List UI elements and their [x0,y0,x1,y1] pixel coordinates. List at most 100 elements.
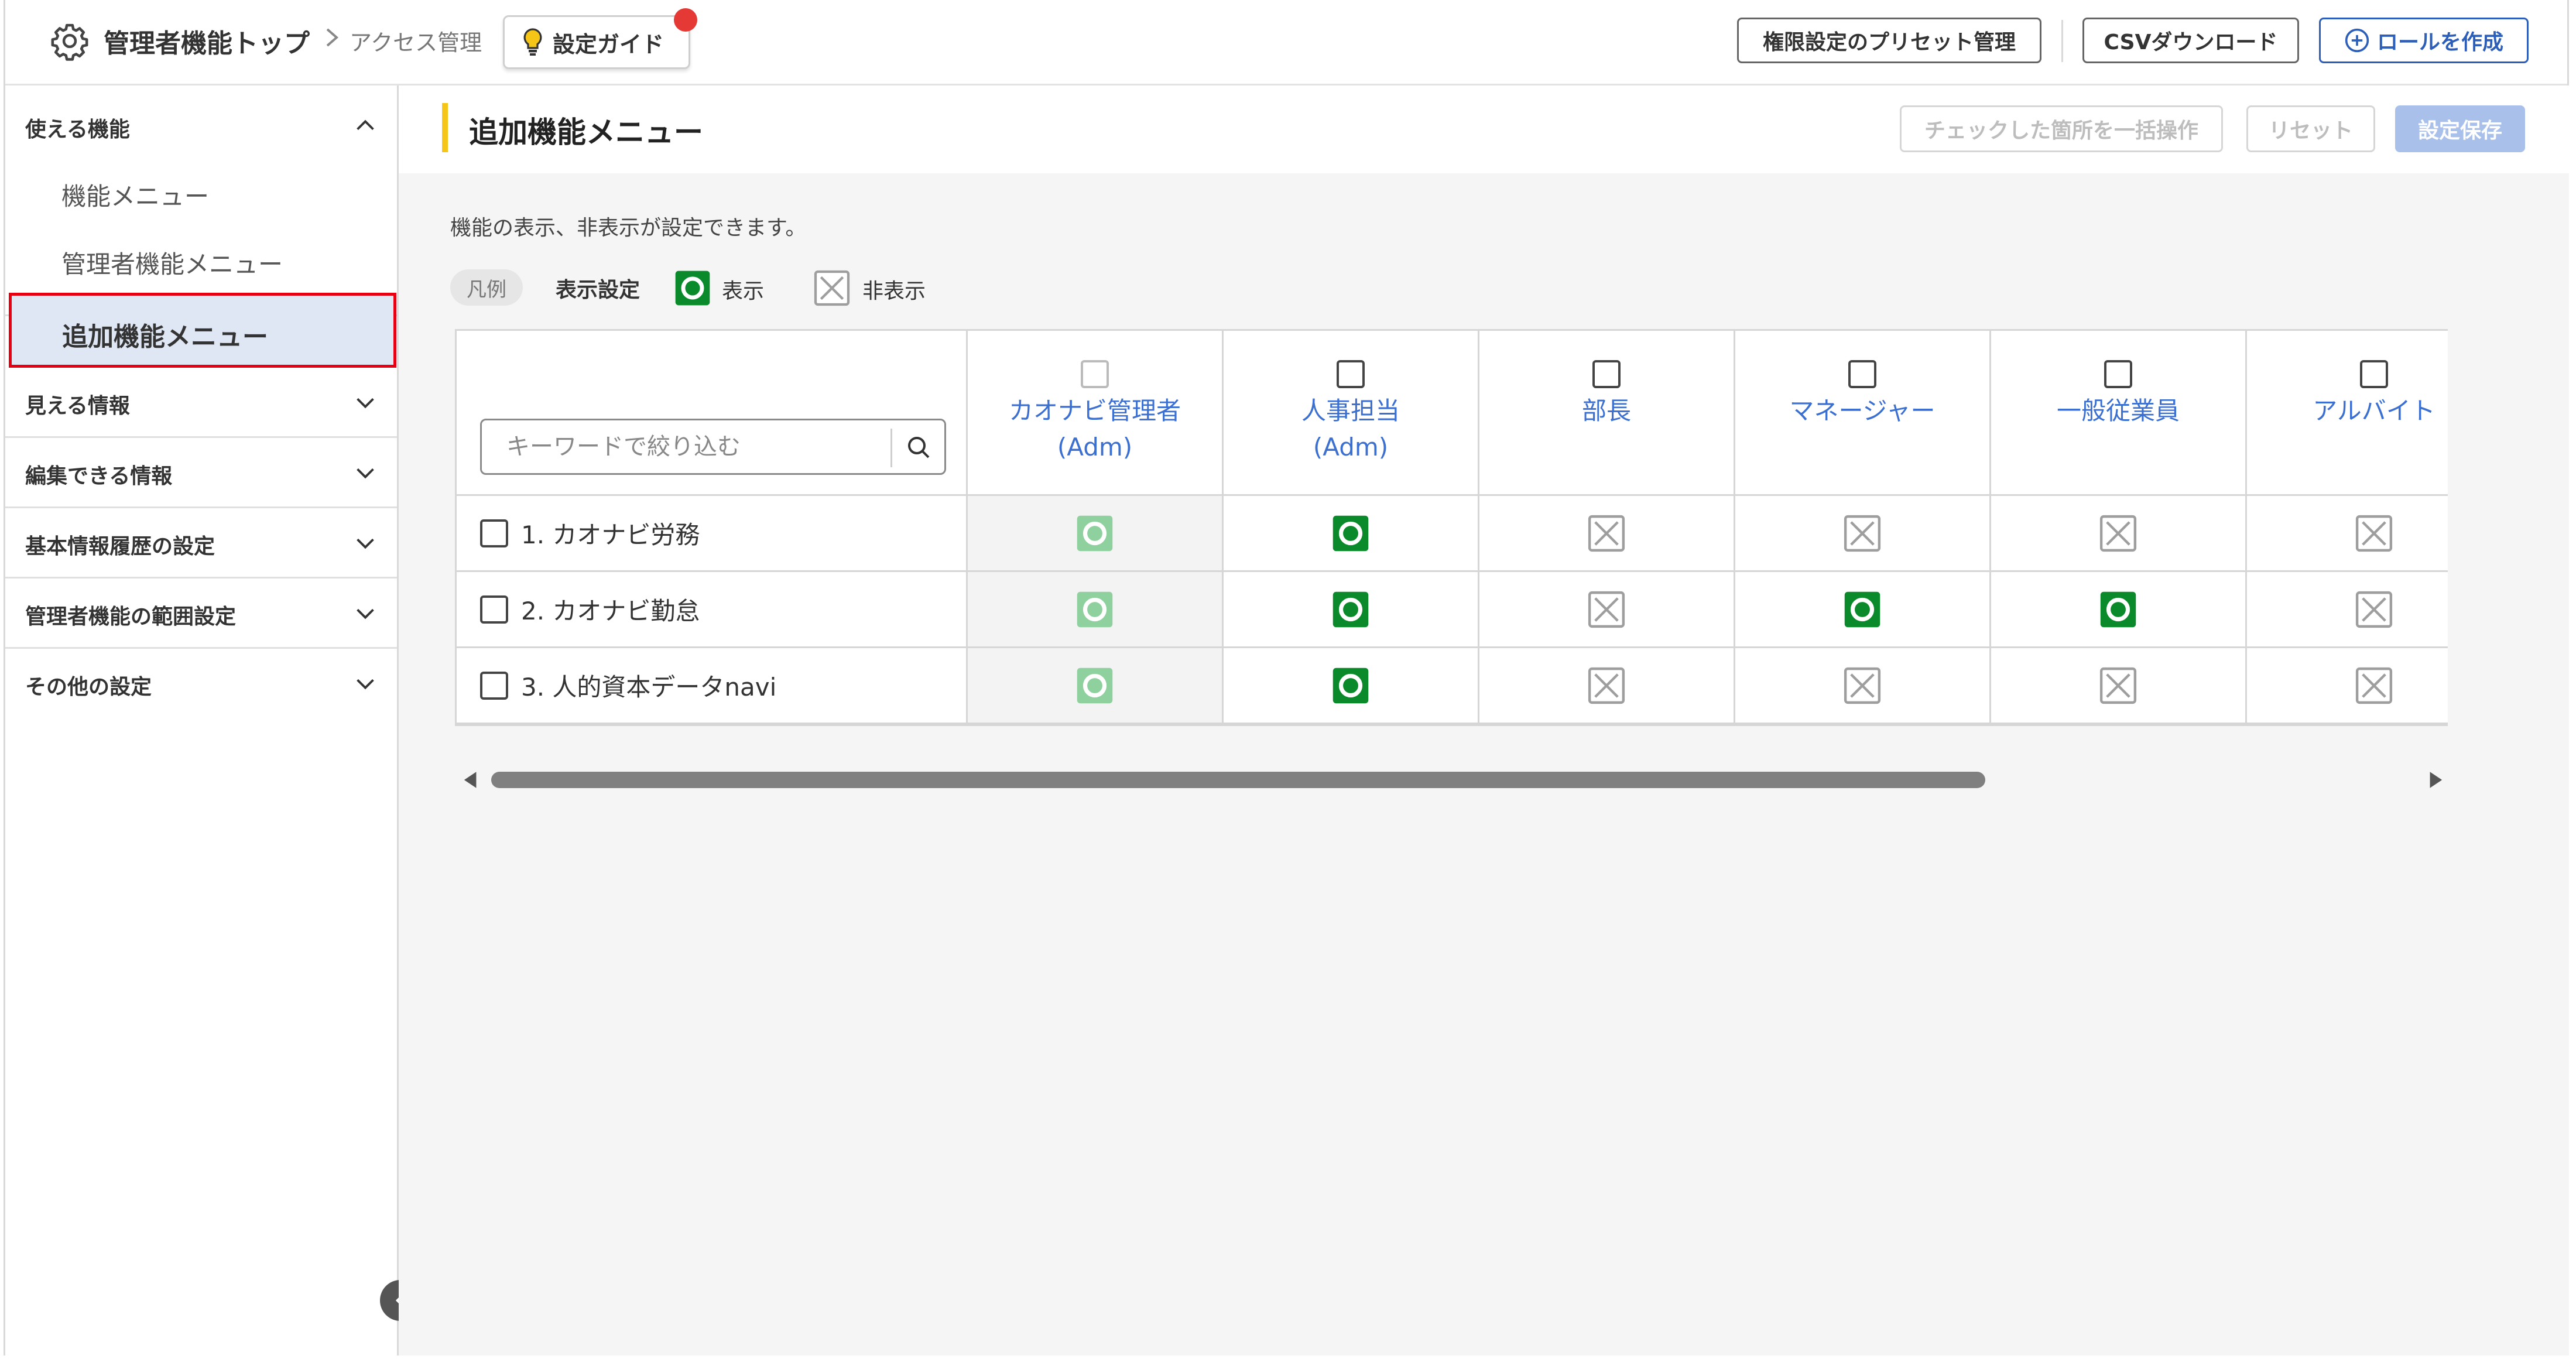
chevron-down-icon [357,398,374,409]
sidebar-section-usable-features: 使える機能 機能メニュー 管理者機能メニュー [5,85,397,316]
search-header-cell [457,331,968,496]
chevron-down-icon [357,538,374,549]
role-name-link[interactable]: マネージャー [1789,393,1935,429]
role-name-line1: 一般従業員 [2056,396,2180,425]
x-hide-icon[interactable] [2099,666,2137,705]
role-header-3: マネージャー [1735,331,1991,496]
chevron-up-icon[interactable] [352,112,379,139]
sidebar-item-label: 追加機能メニュー [62,322,268,352]
header-divider [2061,20,2063,62]
breadcrumb-admin-top[interactable]: 管理者機能トップ [104,22,310,60]
sidebar-item-admin-function-menu[interactable]: 管理者機能メニュー [61,245,283,280]
role-checkbox[interactable] [1592,360,1621,388]
legend-show-text: 表示 [722,279,765,303]
keyword-search[interactable] [480,419,946,475]
sidebar-item-function-menu[interactable]: 機能メニュー [61,177,209,213]
role-checkbox[interactable] [1337,360,1365,388]
role-name-line1: 人事担当 [1301,396,1400,425]
sidebar-section-visible-info[interactable]: 見える情報 [5,369,397,438]
role-name-link[interactable]: 人事担当 (Adm) [1301,393,1400,465]
table-row-name-cell: 1. カオナビ労務 [457,496,968,572]
role-name-link[interactable]: アルバイト [2313,393,2435,429]
legend-tag: 凡例 [450,269,523,306]
horizontal-scrollbar[interactable] [455,765,2451,794]
circle-show-icon[interactable] [1331,666,1370,705]
sidebar-section-title: 基本情報履歴の設定 [25,535,215,559]
role-name-link[interactable]: 部長 [1582,393,1631,429]
x-hide-icon[interactable] [1587,514,1626,553]
row-feature-name: 1. カオナビ労務 [521,521,700,549]
table-cell [1479,496,1735,572]
role-name-line1: カオナビ管理者 [1008,396,1181,425]
role-checkbox[interactable] [2104,360,2132,388]
preset-management-button[interactable]: 権限設定のプリセット管理 [1737,18,2041,63]
sidebar-section-title: 管理者機能の範囲設定 [25,605,237,629]
row-checkbox[interactable] [480,519,508,547]
x-hide-icon[interactable] [1587,666,1626,705]
setup-guide-label: 設定ガイド [553,31,664,57]
role-name-line2: (Adm) [1057,433,1133,461]
sidebar-section-title: 見える情報 [25,394,130,418]
chevron-down-icon [357,608,374,619]
row-feature-name: 2. カオナビ勤怠 [521,597,700,625]
role-checkbox[interactable] [1848,360,1876,388]
title-bar: 追加機能メニュー チェックした箇所を一括操作 リセット 設定保存 [399,85,2569,173]
role-name-line2: (Adm) [1313,433,1389,461]
scroll-left-arrow-icon[interactable] [461,771,478,789]
chevron-right-icon [326,28,339,47]
circle-show-icon[interactable] [2099,590,2137,629]
table-cell [1991,496,2247,572]
x-hide-icon[interactable] [2355,666,2393,705]
role-name-link[interactable]: カオナビ管理者 (Adm) [1009,393,1181,465]
table-cell [1735,572,1991,648]
row-feature-name: 3. 人的資本データnavi [521,673,777,701]
reset-button[interactable]: リセット [2246,105,2375,152]
bulk-operation-button[interactable]: チェックした箇所を一括操作 [1900,105,2223,152]
sidebar-section-title[interactable]: 使える機能 [25,112,130,143]
role-checkbox[interactable] [2360,360,2388,388]
table-cell [2247,496,2448,572]
sidebar-section-title: その他の設定 [25,675,152,699]
x-hide-icon[interactable] [1843,666,1882,705]
table-cell [1479,572,1735,648]
x-hide-icon[interactable] [2355,590,2393,629]
search-divider [890,429,892,467]
role-header-5: アルバイト [2247,331,2448,496]
csv-download-button[interactable]: CSVダウンロード [2082,18,2299,63]
sidebar-section-history-settings[interactable]: 基本情報履歴の設定 [5,508,397,578]
row-checkbox[interactable] [480,595,508,624]
role-name-link[interactable]: 一般従業員 [2057,393,2180,429]
x-hide-icon[interactable] [1587,590,1626,629]
circle-show-icon[interactable] [1843,590,1882,629]
circle-show-icon[interactable] [1331,514,1370,553]
scroll-right-arrow-icon[interactable] [2428,771,2445,789]
save-settings-button[interactable]: 設定保存 [2395,105,2525,152]
row-checkbox[interactable] [480,671,508,700]
setup-guide-button[interactable]: 設定ガイド [503,15,690,69]
x-hide-icon[interactable] [2355,514,2393,553]
circle-show-locked-icon[interactable] [1075,514,1114,553]
role-header-0: カオナビ管理者 (Adm) [968,331,1224,496]
search-input[interactable] [487,425,885,468]
table-cell [968,648,1224,724]
sidebar-section-editable-info[interactable]: 編集できる情報 [5,438,397,508]
circle-show-locked-icon[interactable] [1075,590,1114,629]
sidebar-section-other-settings[interactable]: その他の設定 [5,649,397,719]
table-cell [1224,572,1479,648]
table-row-name-cell: 2. カオナビ勤怠 [457,572,968,648]
sidebar-section-admin-scope[interactable]: 管理者機能の範囲設定 [5,578,397,649]
permission-table: カオナビ管理者 (Adm) 人事担当 (Adm) 部長 マネージャー 一般従業員 アルバイト 1… [455,329,2448,726]
circle-show-locked-icon[interactable] [1075,666,1114,705]
search-icon[interactable] [905,433,933,461]
sidebar-item-additional-function-menu[interactable]: 追加機能メニュー [9,293,396,368]
legend-label: 表示設定 [556,278,640,302]
create-role-button[interactable]: ロールを作成 [2319,18,2529,63]
legend-hide-text: 非表示 [862,279,926,303]
x-hide-icon[interactable] [1843,514,1882,553]
table-cell [2247,572,2448,648]
gear-icon[interactable] [50,21,90,61]
scrollbar-thumb[interactable] [491,772,1985,788]
x-hide-icon[interactable] [2099,514,2137,553]
table-cell [2247,648,2448,724]
circle-show-icon[interactable] [1331,590,1370,629]
